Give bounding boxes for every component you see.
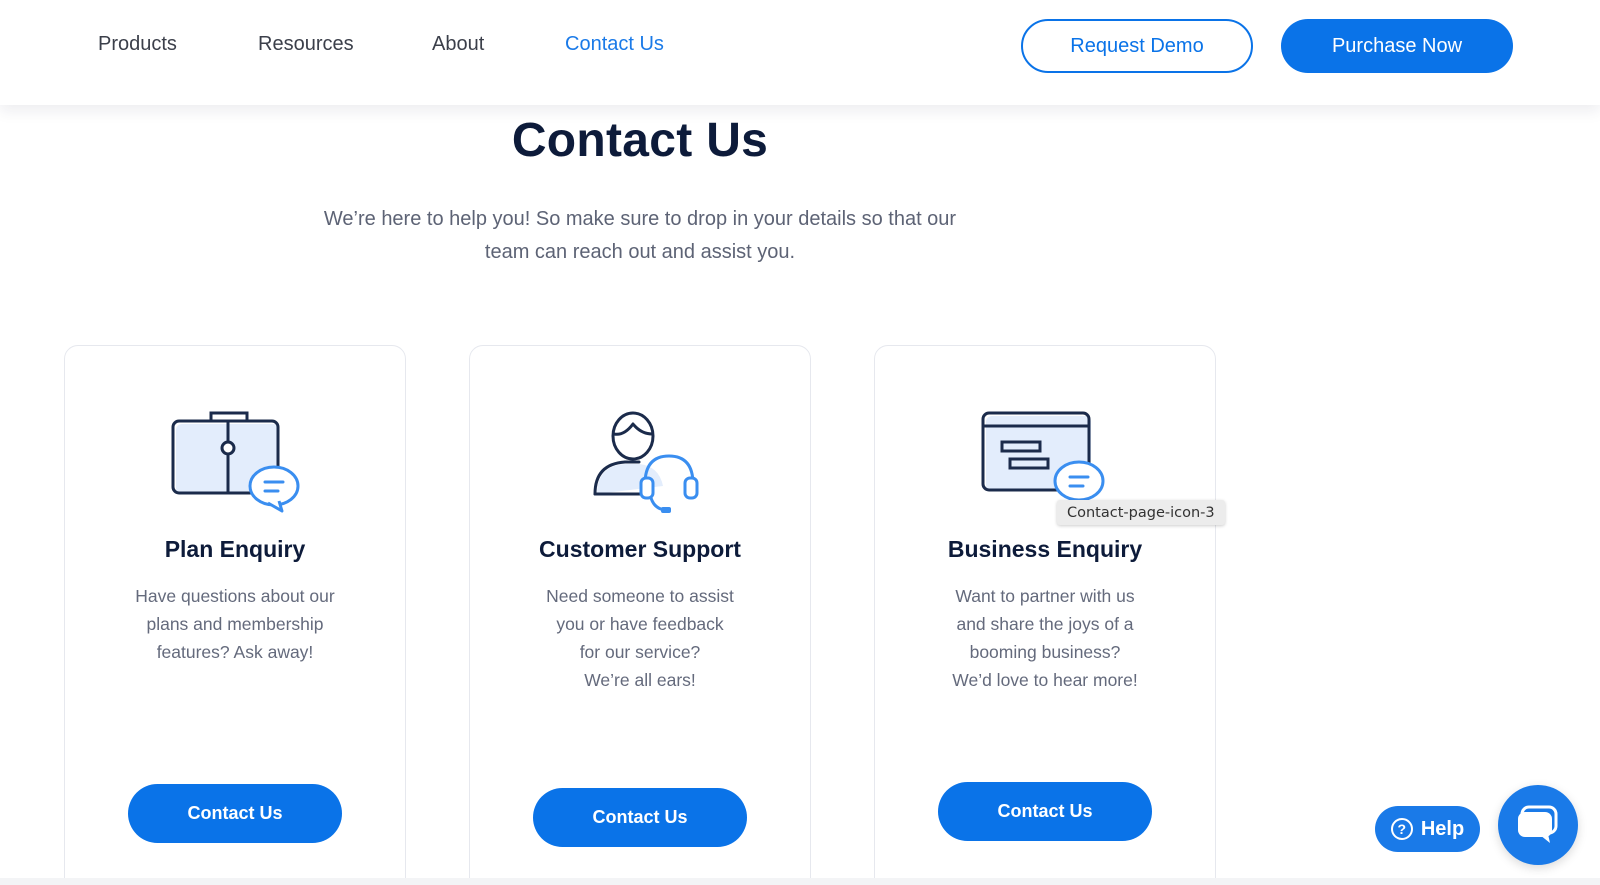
card-desc-line: We’re all ears!: [584, 670, 696, 690]
page-subtitle: We’re here to help you! So make sure to …: [323, 208, 957, 263]
business-enquiry-card: Business Enquiry Want to partner with us…: [874, 345, 1216, 885]
card-desc-line: Need someone to assist: [546, 586, 734, 606]
chat-launcher-button[interactable]: [1498, 785, 1578, 865]
card-desc-line: features? Ask away!: [156, 642, 314, 662]
card-desc-line: and share the joys of a: [956, 614, 1134, 634]
customer-support-contact-button[interactable]: Contact Us: [533, 788, 747, 847]
card-description: Need someone to assist you or have feedb…: [510, 582, 770, 694]
card-title: Business Enquiry: [947, 536, 1143, 562]
card-desc-line: We’d love to hear more!: [952, 670, 1138, 690]
help-button[interactable]: ? Help: [1375, 806, 1480, 852]
nav-products[interactable]: Products: [98, 33, 177, 56]
page-bottom-edge: [0, 878, 1600, 885]
page-title: Contact Us: [511, 114, 769, 167]
plan-enquiry-contact-button[interactable]: Contact Us: [128, 784, 342, 843]
card-desc-line: you or have feedback: [556, 614, 724, 634]
support-agent-headset-icon: [593, 411, 699, 513]
question-circle-icon: ?: [1390, 818, 1413, 840]
customer-support-card: Customer Support Need someone to assist …: [469, 345, 811, 885]
nav-contact-us[interactable]: Contact Us: [565, 33, 664, 56]
site-header: Products Resources About Contact Us Requ…: [0, 0, 1600, 105]
request-demo-button[interactable]: Request Demo: [1021, 19, 1253, 73]
icon-tooltip: Contact-page-icon-3: [1057, 500, 1225, 525]
card-desc-line: Have questions about our: [135, 586, 335, 606]
card-title: Plan Enquiry: [164, 536, 306, 562]
nav-resources[interactable]: Resources: [258, 33, 354, 56]
card-desc-line: plans and membership: [146, 614, 324, 634]
chat-bubble-icon: [1518, 805, 1558, 843]
plan-enquiry-card: Plan Enquiry Have questions about our pl…: [64, 345, 406, 885]
card-desc-line: for our service?: [579, 642, 701, 662]
purchase-now-button[interactable]: Purchase Now: [1281, 19, 1513, 73]
card-description: Have questions about our plans and membe…: [105, 582, 365, 666]
card-title: Customer Support: [539, 536, 741, 562]
help-label: Help: [1420, 817, 1465, 840]
card-desc-line: booming business?: [969, 642, 1121, 662]
briefcase-chat-icon: [171, 411, 300, 513]
card-desc-line: Want to partner with us: [955, 586, 1135, 606]
nav-about[interactable]: About: [432, 33, 484, 56]
business-enquiry-contact-button[interactable]: Contact Us: [938, 782, 1152, 841]
card-description: Want to partner with us and share the jo…: [915, 582, 1175, 694]
